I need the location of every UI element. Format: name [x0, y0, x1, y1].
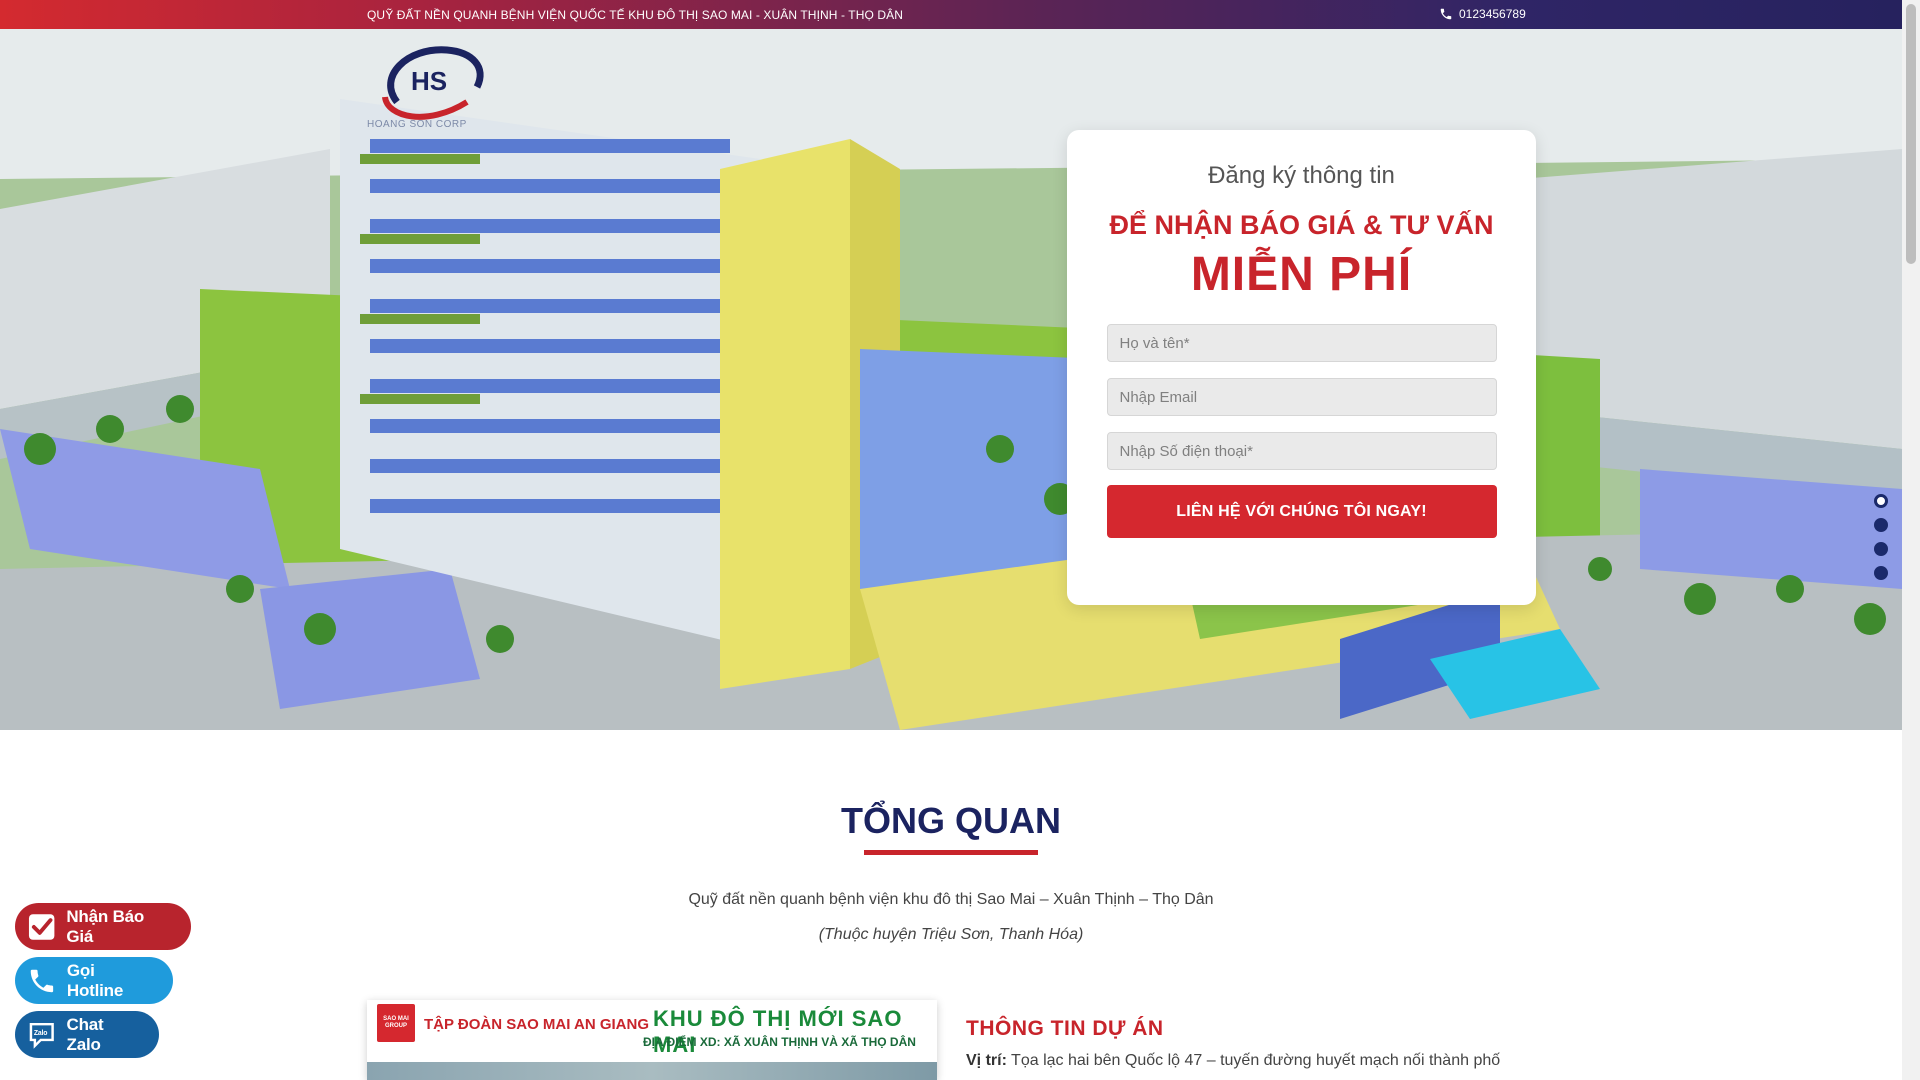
overview-description: Quỹ đất nền quanh bệnh viện khu đô thị S… [688, 891, 1214, 908]
hero-section: HS HOANG SON CORP [0, 29, 1902, 730]
zalo-icon: Zalo [29, 1022, 54, 1049]
slider-dot-3[interactable] [1874, 542, 1888, 556]
project-info-location: Vị trí: Tọa lạc hai bên Quốc lộ 47 – tuy… [966, 1052, 1506, 1070]
get-quote-label: Nhận Báo Giá [66, 906, 145, 946]
chat-zalo-label: Chat Zalo [66, 1014, 104, 1054]
phone-icon [1440, 8, 1452, 20]
svg-text:Zalo: Zalo [34, 1030, 47, 1037]
form-title: Đăng ký thông tin [1208, 162, 1395, 189]
overview-title: TỔNG QUAN [841, 800, 1061, 841]
banner-location: ĐỊA ĐIỂM XD: XÃ XUÂN THỊNH VÀ XÃ THỌ DÂN [643, 1035, 916, 1049]
phone-number: 0123456789 [1459, 7, 1526, 21]
email-input[interactable] [1106, 378, 1497, 416]
scrollbar-thumb[interactable] [1906, 4, 1916, 264]
name-input[interactable] [1106, 324, 1497, 362]
call-hotline-label: Gọi Hotline [66, 960, 124, 1000]
chat-zalo-button[interactable]: Zalo Chat Zalo [15, 1011, 159, 1058]
overview-title-underline [864, 850, 1038, 855]
top-bar-phone[interactable]: 0123456789 [1439, 7, 1526, 21]
project-info-title: THÔNG TIN DỰ ÁN [966, 1017, 1164, 1040]
location-label: Vị trí: [966, 1052, 1007, 1069]
phone-icon [30, 969, 54, 992]
banner-aerial-photo [367, 1062, 937, 1080]
project-banner-image: SAO MAI GROUP TẬP ĐOÀN SAO MAI AN GIANG … [367, 1000, 937, 1080]
check-icon [28, 913, 55, 940]
phone-input[interactable] [1106, 432, 1497, 470]
get-quote-button[interactable]: Nhận Báo Giá [15, 903, 191, 950]
contact-submit-button[interactable]: LIÊN HỆ VỚI CHÚNG TÔI NGAY! [1106, 485, 1497, 538]
slider-dot-4[interactable] [1874, 566, 1888, 580]
banner-headline: KHU ĐÔ THỊ MỚI SAO MAI [653, 1006, 903, 1057]
slider-dot-1[interactable] [1874, 494, 1888, 508]
hero-background-image [0, 29, 1902, 730]
form-highlight: MIỄN PHÍ [1190, 248, 1413, 301]
slider-dot-2[interactable] [1874, 518, 1888, 532]
location-text: Tọa lạc hai bên Quốc lộ 47 – tuyến đường… [1011, 1052, 1501, 1069]
page-scrollbar[interactable] [1902, 0, 1920, 1080]
slider-dots [1874, 494, 1888, 580]
hoang-son-corp-logo[interactable]: HS HOANG SON CORP [367, 42, 497, 132]
banner-group-name: TẬP ĐOÀN SAO MAI AN GIANG [424, 1016, 650, 1033]
sao-mai-group-logo: SAO MAI GROUP [377, 1004, 415, 1042]
top-bar: QUỸ ĐẤT NỀN QUANH BỆNH VIỆN QUỐC TẾ KHU … [0, 0, 1902, 29]
form-subtitle: ĐỂ NHẬN BÁO GIÁ & TƯ VẤN [1109, 210, 1494, 240]
logo-name: HOANG SON CORP [367, 119, 467, 130]
registration-form: Đăng ký thông tin ĐỂ NHẬN BÁO GIÁ & TƯ V… [1067, 130, 1536, 605]
overview-note: (Thuộc huyện Triệu Sơn, Thanh Hóa) [818, 926, 1084, 943]
logo-initials: HS [411, 66, 447, 96]
top-bar-headline: QUỸ ĐẤT NỀN QUANH BỆNH VIỆN QUỐC TẾ KHU … [367, 8, 903, 22]
call-hotline-button[interactable]: Gọi Hotline [15, 957, 173, 1004]
